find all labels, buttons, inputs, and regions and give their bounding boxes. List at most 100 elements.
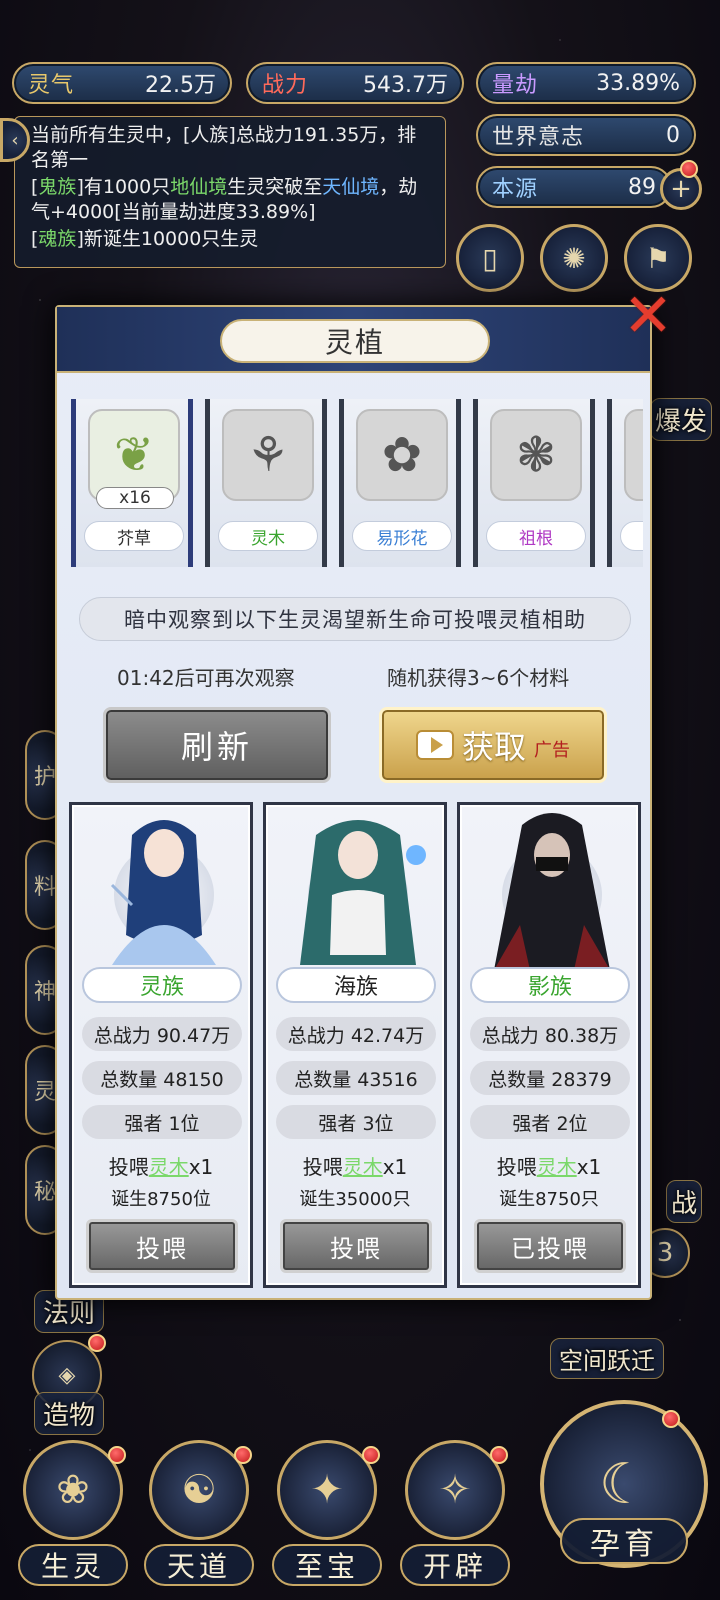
lingqi-stat: 灵气 22.5万	[12, 62, 232, 104]
race-feed-requirement: 投喂灵木x1	[302, 1155, 408, 1179]
notification-dot	[362, 1446, 380, 1464]
book-button[interactable]: ▯	[456, 224, 524, 292]
race-portrait	[460, 805, 638, 975]
benyuan-stat[interactable]: 本源 89	[476, 166, 672, 208]
log-line-3: [魂族]新诞生10000只生灵	[31, 228, 259, 250]
plant-icon: ✾	[624, 409, 643, 501]
race-birth: 诞生8750只	[499, 1189, 599, 1210]
nav-zhibao[interactable]: ✦ 至宝	[272, 1440, 382, 1590]
race-name: 影族	[470, 967, 630, 1003]
plant-name: 易形花	[352, 521, 452, 551]
plant-name: 芥草	[84, 521, 184, 551]
plant-item-zugen[interactable]: ❃ 祖根	[473, 399, 595, 567]
race-birth: 诞生35000只	[299, 1189, 411, 1210]
chevron-left-icon: ‹	[11, 129, 19, 151]
lingzu-character-image	[110, 820, 216, 965]
log-line-1: 当前所有生灵中，[人族]总战力191.35万，排名第一	[31, 124, 417, 171]
flower-icon: ✿	[356, 409, 448, 501]
race-count: 总数量 48150	[82, 1061, 242, 1095]
plant-item-jiecao[interactable]: ❦ x16 芥草	[71, 399, 193, 567]
plant-item-yixinghua[interactable]: ✿ 易形花	[339, 399, 461, 567]
create-notification-dot	[88, 1334, 106, 1352]
gem-icon: ◈	[58, 1362, 76, 1388]
race-feed-requirement: 投喂灵木x1	[496, 1155, 602, 1179]
space-jump-button[interactable]: 空间跃迁	[550, 1338, 664, 1379]
nav-label: 孕育	[560, 1518, 688, 1564]
race-birth: 诞生8750位	[111, 1189, 211, 1210]
plus-icon: +	[670, 174, 692, 204]
zhanli-value: 543.7万	[363, 73, 448, 98]
root-icon: ⚘	[222, 409, 314, 501]
vortex-button[interactable]: ✺	[540, 224, 608, 292]
flag-icon: ⚑	[645, 241, 671, 275]
haizu-character-image	[300, 820, 426, 965]
zhanli-stat: 战力 543.7万	[246, 62, 464, 104]
nav-kaipi[interactable]: ✧ 开辟	[400, 1440, 510, 1590]
vortex-icon: ✺	[562, 241, 586, 275]
nav-label: 生灵	[18, 1544, 128, 1586]
nav-label: 至宝	[272, 1544, 382, 1586]
plant-name: 青	[620, 521, 643, 551]
race-rank: 强者 2位	[470, 1105, 630, 1139]
nav-yunyu[interactable]: ☾ 孕育	[540, 1400, 710, 1590]
book-icon: ▯	[482, 241, 498, 275]
nav-label: 开辟	[400, 1544, 510, 1586]
battle-button[interactable]: 战	[666, 1180, 703, 1223]
race-card-yingzu: 影族 总战力 80.38万 总数量 28379 强者 2位 投喂灵木x1 诞生8…	[457, 802, 641, 1288]
plant-item-qing[interactable]: ✾ 青	[607, 399, 643, 567]
nav-label: 天道	[144, 1544, 254, 1586]
benyuan-label: 本源	[492, 177, 539, 202]
plant-name: 祖根	[486, 521, 586, 551]
lingqi-label: 灵气	[28, 73, 75, 98]
plant-item-lingmu[interactable]: ⚘ 灵木	[205, 399, 327, 567]
race-rank: 强者 1位	[82, 1105, 242, 1139]
burst-button[interactable]: 爆发	[650, 398, 713, 441]
race-power: 总战力 90.47万	[82, 1017, 242, 1051]
race-portrait	[266, 805, 444, 975]
race-name: 灵族	[82, 967, 242, 1003]
zhanli-label: 战力	[262, 73, 309, 98]
notification-dot	[234, 1446, 252, 1464]
race-count: 总数量 43516	[276, 1061, 436, 1095]
ad-label: 广告	[534, 740, 570, 761]
race-name: 海族	[276, 967, 436, 1003]
race-power: 总战力 80.38万	[470, 1017, 630, 1051]
video-play-icon	[415, 730, 454, 760]
race-power: 总战力 42.74万	[276, 1017, 436, 1051]
race-card-haizu: 海族 总战力 42.74万 总数量 43516 强者 3位 投喂灵木x1 诞生3…	[263, 802, 447, 1288]
notification-dot	[490, 1446, 508, 1464]
nav-shengling[interactable]: ❀ 生灵	[18, 1440, 128, 1590]
observe-hint: 暗中观察到以下生灵渴望新生命可投喂灵植相助	[79, 597, 631, 641]
race-feed-requirement: 投喂灵木x1	[108, 1155, 214, 1179]
refresh-button[interactable]: 刷新	[103, 707, 331, 783]
plant-quantity: x16	[96, 487, 174, 509]
shijie-label: 世界意志	[492, 125, 585, 150]
race-count: 总数量 28379	[470, 1061, 630, 1095]
benyuan-value: 89	[628, 174, 656, 200]
close-button[interactable]: ✕	[617, 285, 679, 347]
yingzu-character-image	[494, 813, 610, 970]
feed-button[interactable]: 投喂	[86, 1219, 238, 1273]
liangjie-value: 33.89%	[596, 70, 680, 96]
get-ad-button[interactable]: 获取 广告	[379, 707, 607, 783]
create-button[interactable]: 造物	[34, 1392, 105, 1435]
get-label: 获取	[461, 728, 526, 766]
race-portrait	[72, 805, 250, 975]
spirit-plant-modal: 灵植 ✕ ❦ x16 芥草 ⚘ 灵木 ✿ 易形花 ❃ 祖根 ✾ 青 暗中观察到以…	[55, 286, 673, 1300]
shijie-value: 0	[666, 122, 680, 148]
nav-tiandao[interactable]: ☯ 天道	[144, 1440, 254, 1590]
race-rank: 强者 3位	[276, 1105, 436, 1139]
plant-list[interactable]: ❦ x16 芥草 ⚘ 灵木 ✿ 易形花 ❃ 祖根 ✾ 青	[71, 399, 643, 569]
liangjie-stat[interactable]: 量劫 33.89%	[476, 62, 696, 104]
fed-button[interactable]: 已投喂	[474, 1219, 626, 1273]
feed-button[interactable]: 投喂	[280, 1219, 432, 1273]
race-card-lingzu: 灵族 总战力 90.47万 总数量 48150 强者 1位 投喂灵木x1 诞生8…	[69, 802, 253, 1288]
event-log: 当前所有生灵中，[人族]总战力191.35万，排名第一 [鬼族]有1000只地仙…	[14, 116, 446, 268]
tentacle-icon: ❃	[490, 409, 582, 501]
notification-dot	[680, 160, 698, 178]
modal-title: 灵植	[220, 319, 490, 363]
log-line-2: [鬼族]有1000只地仙境生灵突破至天仙境，劫气+4000[当前量劫进度33.8…	[31, 176, 418, 223]
plant-name: 灵木	[218, 521, 318, 551]
shijie-stat[interactable]: 世界意志 0	[476, 114, 696, 156]
random-reward-text: 随机获得3~6个材料	[387, 666, 570, 690]
